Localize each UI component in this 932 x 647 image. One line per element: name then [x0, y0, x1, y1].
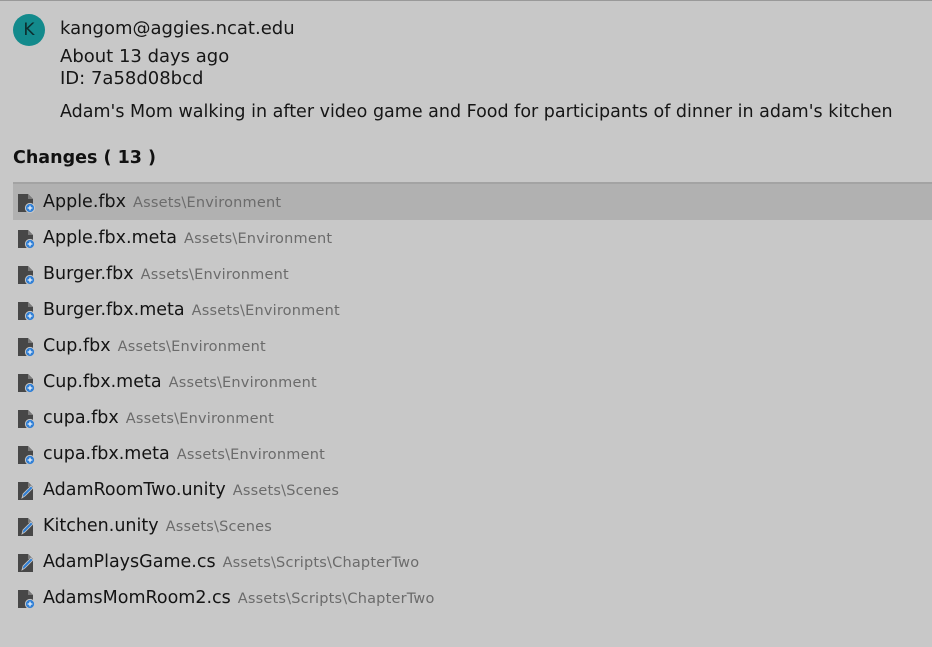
change-file-path: Assets\Environment [133, 195, 282, 211]
change-file-name: Cup.fbx [43, 336, 111, 356]
change-row[interactable]: cupa.fbx.meta Assets\Environment [13, 436, 932, 472]
file-type-icon [17, 373, 36, 394]
change-file-name: cupa.fbx.meta [43, 444, 170, 464]
file-type-icon [17, 229, 36, 250]
change-file-name: cupa.fbx [43, 408, 119, 428]
file-type-icon [17, 445, 36, 466]
change-row[interactable]: Apple.fbx.meta Assets\Environment [13, 220, 932, 256]
file-type-icon [17, 589, 36, 610]
change-file-name: AdamsMomRoom2.cs [43, 588, 231, 608]
change-label: AdamRoomTwo.unity Assets\Scenes [43, 480, 339, 500]
file-type-icon [17, 193, 36, 214]
file-type-icon [17, 265, 36, 286]
change-file-path: Assets\Environment [125, 411, 274, 427]
change-row[interactable]: cupa.fbx Assets\Environment [13, 400, 932, 436]
file-type-icon [17, 553, 35, 573]
change-label: cupa.fbx Assets\Environment [43, 408, 274, 428]
change-file-path: Assets\Environment [117, 339, 266, 355]
change-label: Apple.fbx.meta Assets\Environment [43, 228, 332, 248]
change-file-name: Apple.fbx.meta [43, 228, 177, 248]
file-type-icon [17, 481, 35, 501]
change-row[interactable]: Kitchen.unity Assets\Scenes [13, 508, 932, 544]
change-file-name: AdamRoomTwo.unity [43, 480, 226, 500]
avatar: K [13, 14, 45, 46]
change-row[interactable]: Burger.fbx Assets\Environment [13, 256, 932, 292]
commit-id: ID: 7a58d08bcd [60, 68, 204, 89]
change-file-path: Assets\Environment [183, 231, 333, 247]
change-file-name: Burger.fbx [43, 264, 134, 284]
change-row[interactable]: Cup.fbx.meta Assets\Environment [13, 364, 932, 400]
commit-time: About 13 days ago [60, 46, 230, 67]
change-file-name: Kitchen.unity [43, 516, 159, 536]
change-label: AdamsMomRoom2.cs Assets\Scripts\ChapterTw… [43, 588, 435, 608]
change-row[interactable]: AdamRoomTwo.unity Assets\Scenes [13, 472, 932, 508]
change-row[interactable]: Cup.fbx Assets\Environment [13, 328, 932, 364]
change-file-name: AdamPlaysGame.cs [43, 552, 216, 572]
change-label: Cup.fbx.meta Assets\Environment [43, 372, 317, 392]
change-label: Burger.fbx Assets\Environment [43, 264, 289, 284]
change-file-path: Assets\Environment [176, 447, 325, 463]
change-file-name: Apple.fbx [43, 192, 127, 212]
change-label: Burger.fbx.meta Assets\Environment [43, 300, 340, 320]
file-type-icon [17, 517, 35, 537]
commit-author: kangom@aggies.ncat.edu [60, 18, 295, 39]
commit-message: Adam's Mom walking in after video game a… [60, 102, 893, 122]
file-type-icon [17, 409, 36, 430]
change-file-path: Assets\Environment [140, 267, 289, 283]
change-label: Cup.fbx Assets\Environment [43, 336, 266, 356]
change-file-path: Assets\Scripts\ChapterTwo [237, 591, 435, 607]
change-file-path: Assets\Environment [168, 375, 317, 391]
change-label: AdamPlaysGame.cs Assets\Scripts\ChapterTw… [43, 552, 419, 572]
change-label: cupa.fbx.meta Assets\Environment [43, 444, 325, 464]
change-label: Apple.fbx Assets\Environment [43, 192, 281, 212]
file-type-icon [17, 337, 36, 358]
change-file-path: Assets\Scripts\ChapterTwo [222, 555, 420, 571]
changes-header: Changes ( 13 ) [13, 148, 157, 168]
change-file-path: Assets\Scenes [165, 519, 273, 535]
file-type-icon [17, 301, 36, 322]
change-file-name: Burger.fbx.meta [43, 300, 185, 320]
change-label: Kitchen.unity Assets\Scenes [43, 516, 272, 536]
change-row[interactable]: Apple.fbx Assets\Environment [13, 184, 932, 220]
change-row[interactable]: AdamsMomRoom2.cs Assets\Scripts\ChapterTw… [13, 580, 932, 616]
top-divider [0, 0, 932, 1]
change-row[interactable]: Burger.fbx.meta Assets\Environment [13, 292, 932, 328]
change-file-name: Cup.fbx.meta [43, 372, 162, 392]
change-file-path: Assets\Environment [191, 303, 340, 319]
changes-list: Apple.fbx Assets\Environment Apple.fbx.met… [13, 184, 932, 616]
change-row[interactable]: AdamPlaysGame.cs Assets\Scripts\ChapterTw… [13, 544, 932, 580]
change-file-path: Assets\Scenes [232, 483, 340, 499]
